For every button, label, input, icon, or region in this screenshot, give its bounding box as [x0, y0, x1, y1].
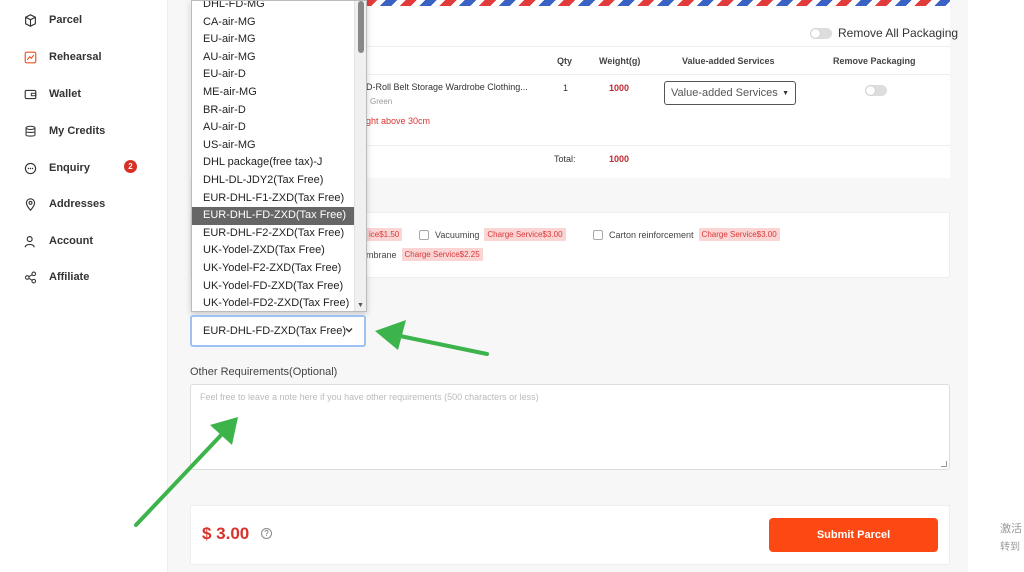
shipping-option[interactable]: DHL-DL-JDY2(Tax Free)	[192, 172, 356, 190]
shipping-option[interactable]: UK-Yodel-FD-ZXD(Tax Free)	[192, 278, 356, 296]
shipping-option[interactable]: EUR-DHL-FD-ZXD(Tax Free)	[192, 207, 356, 225]
help-icon[interactable]: ?	[261, 528, 272, 539]
box-icon	[25, 13, 36, 27]
service-label: mbrane	[366, 249, 397, 260]
submit-parcel-button[interactable]: Submit Parcel	[769, 518, 938, 552]
shipping-option[interactable]: EUR-DHL-F1-ZXD(Tax Free)	[192, 190, 356, 208]
service-charge-tag: Charge Service$3.00	[484, 228, 566, 241]
shipping-options: DHL-FD-MG CA-air-MG EU-air-MG AU-air-MG EU-a…	[192, 1, 356, 311]
resize-handle[interactable]	[941, 461, 947, 467]
total-price: $ 3.00	[202, 524, 250, 543]
carton-reinforcement-checkbox[interactable]	[593, 229, 603, 240]
remove-all-packaging: Remove All Packaging	[810, 26, 958, 40]
scrollbar-thumb[interactable]	[358, 1, 364, 53]
sidebar-item-label: Addresses	[49, 198, 106, 210]
item-name[interactable]: D-Roll Belt Storage Wardrobe Clothing...	[366, 82, 528, 92]
shipping-option[interactable]: AU-air-MG	[192, 49, 356, 67]
shipping-option[interactable]: AU-air-D	[192, 119, 356, 137]
shipping-option[interactable]: UK-Yodel-FD2-ZXD(Tax Free)	[192, 295, 356, 311]
table-divider	[366, 46, 950, 47]
location-pin-icon	[25, 197, 36, 211]
shipping-option[interactable]: EUR-DHL-F2-ZXD(Tax Free)	[192, 225, 356, 243]
shipping-option[interactable]: DHL-FD-MG	[192, 1, 356, 14]
item-variant: Green	[370, 97, 393, 106]
airmail-border	[366, 0, 950, 6]
remove-all-packaging-toggle[interactable]	[810, 27, 832, 39]
requirements-label: Other Requirements(Optional)	[190, 366, 338, 378]
column-header-qty: Qty	[557, 56, 573, 66]
sidebar: Parcel Rehearsal Wallet My Credits Enqui…	[0, 0, 168, 572]
sidebar-item-label: Wallet	[49, 88, 81, 100]
shipping-method-selected: EUR-DHL-FD-ZXD(Tax Free)	[203, 325, 346, 337]
shipping-option[interactable]: US-air-MG	[192, 137, 356, 155]
dropdown-scrollbar[interactable]: ▼	[354, 1, 366, 311]
item-weight: 1000	[609, 83, 630, 93]
service-charge-tag: Charge Service$2.25	[401, 248, 483, 261]
watermark-line-2: 转到	[1000, 542, 1020, 553]
sidebar-item-label: Enquiry	[49, 162, 90, 174]
table-divider	[366, 74, 950, 75]
shipping-option[interactable]: DHL package(free tax)-J	[192, 154, 356, 172]
user-icon	[24, 235, 35, 247]
column-header-remove-packaging: Remove Packaging	[833, 56, 916, 66]
requirements-placeholder: Feel free to leave a note here if you ha…	[200, 392, 539, 402]
sidebar-item-rehearsal[interactable]: Rehearsal	[24, 47, 102, 67]
shipping-option[interactable]: ME-air-MG	[192, 84, 356, 102]
watermark-line-1: 激活	[1000, 523, 1022, 535]
share-icon	[24, 271, 37, 283]
shipping-option[interactable]: BR-air-D	[192, 102, 356, 120]
requirements-textarea[interactable]: Feel free to leave a note here if you ha…	[190, 384, 950, 470]
shipping-option[interactable]: EU-air-MG	[192, 31, 356, 49]
service-option[interactable]: ice$1.50	[366, 228, 403, 241]
chevron-down-icon	[345, 328, 353, 333]
service-option-vacuuming[interactable]: Vacuuming Charge Service$3.00	[419, 228, 566, 241]
value-added-services-placeholder: Value-added Services	[671, 87, 778, 99]
shipping-method-dropdown-list[interactable]: DHL-FD-MG CA-air-MG EU-air-MG AU-air-MG EU-a…	[191, 0, 367, 312]
scroll-down-arrow-icon[interactable]: ▼	[357, 302, 364, 309]
item-note: ght above 30cm	[366, 116, 431, 126]
caret-down-icon: ▼	[782, 90, 789, 97]
total-label: Total:	[554, 154, 576, 164]
total-weight: 1000	[609, 154, 630, 164]
sidebar-item-wallet[interactable]: Wallet	[24, 84, 81, 104]
shipping-option[interactable]: CA-air-MG	[192, 14, 356, 32]
sidebar-item-label: Affiliate	[49, 271, 90, 283]
service-label: Carton reinforcement	[609, 229, 694, 240]
remove-packaging-toggle[interactable]	[865, 85, 887, 96]
wallet-icon	[24, 89, 37, 99]
vacuuming-checkbox[interactable]	[419, 229, 429, 240]
service-option-membrane[interactable]: mbrane Charge Service$2.25	[366, 248, 483, 261]
value-added-services-select[interactable]: Value-added Services ▼	[664, 81, 796, 105]
sidebar-item-label: My Credits	[49, 125, 106, 137]
item-qty: 1	[563, 83, 569, 93]
service-charge-tag: Charge Service$3.00	[698, 228, 780, 241]
shipping-option[interactable]: EU-air-D	[192, 66, 356, 84]
service-label: Vacuuming	[435, 229, 480, 240]
service-option-carton-reinforcement[interactable]: Carton reinforcement Charge Service$3.00	[593, 228, 780, 241]
database-icon	[25, 125, 36, 137]
column-header-value-added-services: Value-added Services	[682, 56, 775, 66]
sidebar-item-label: Account	[49, 235, 93, 247]
shipping-method-select[interactable]: EUR-DHL-FD-ZXD(Tax Free)	[190, 315, 366, 347]
sidebar-item-addresses[interactable]: Addresses	[24, 194, 105, 214]
notification-badge: 2	[124, 160, 137, 173]
chat-icon	[24, 162, 37, 174]
sidebar-item-affiliate[interactable]: Affiliate	[24, 267, 89, 287]
remove-all-packaging-label: Remove All Packaging	[838, 26, 959, 40]
sidebar-item-account[interactable]: Account	[24, 231, 93, 251]
sidebar-item-enquiry[interactable]: Enquiry 2	[24, 158, 137, 178]
sidebar-item-parcel[interactable]: Parcel	[24, 10, 82, 30]
shipping-option[interactable]: UK-Yodel-ZXD(Tax Free)	[192, 242, 356, 260]
service-charge-tag: ice$1.50	[366, 228, 403, 241]
column-header-weight: Weight(g)	[599, 56, 641, 66]
chart-icon	[24, 51, 37, 63]
sidebar-item-label: Rehearsal	[49, 51, 102, 63]
sidebar-item-my-credits[interactable]: My Credits	[24, 121, 105, 141]
shipping-option[interactable]: UK-Yodel-F2-ZXD(Tax Free)	[192, 260, 356, 278]
table-divider	[366, 145, 950, 146]
sidebar-item-label: Parcel	[49, 14, 83, 26]
